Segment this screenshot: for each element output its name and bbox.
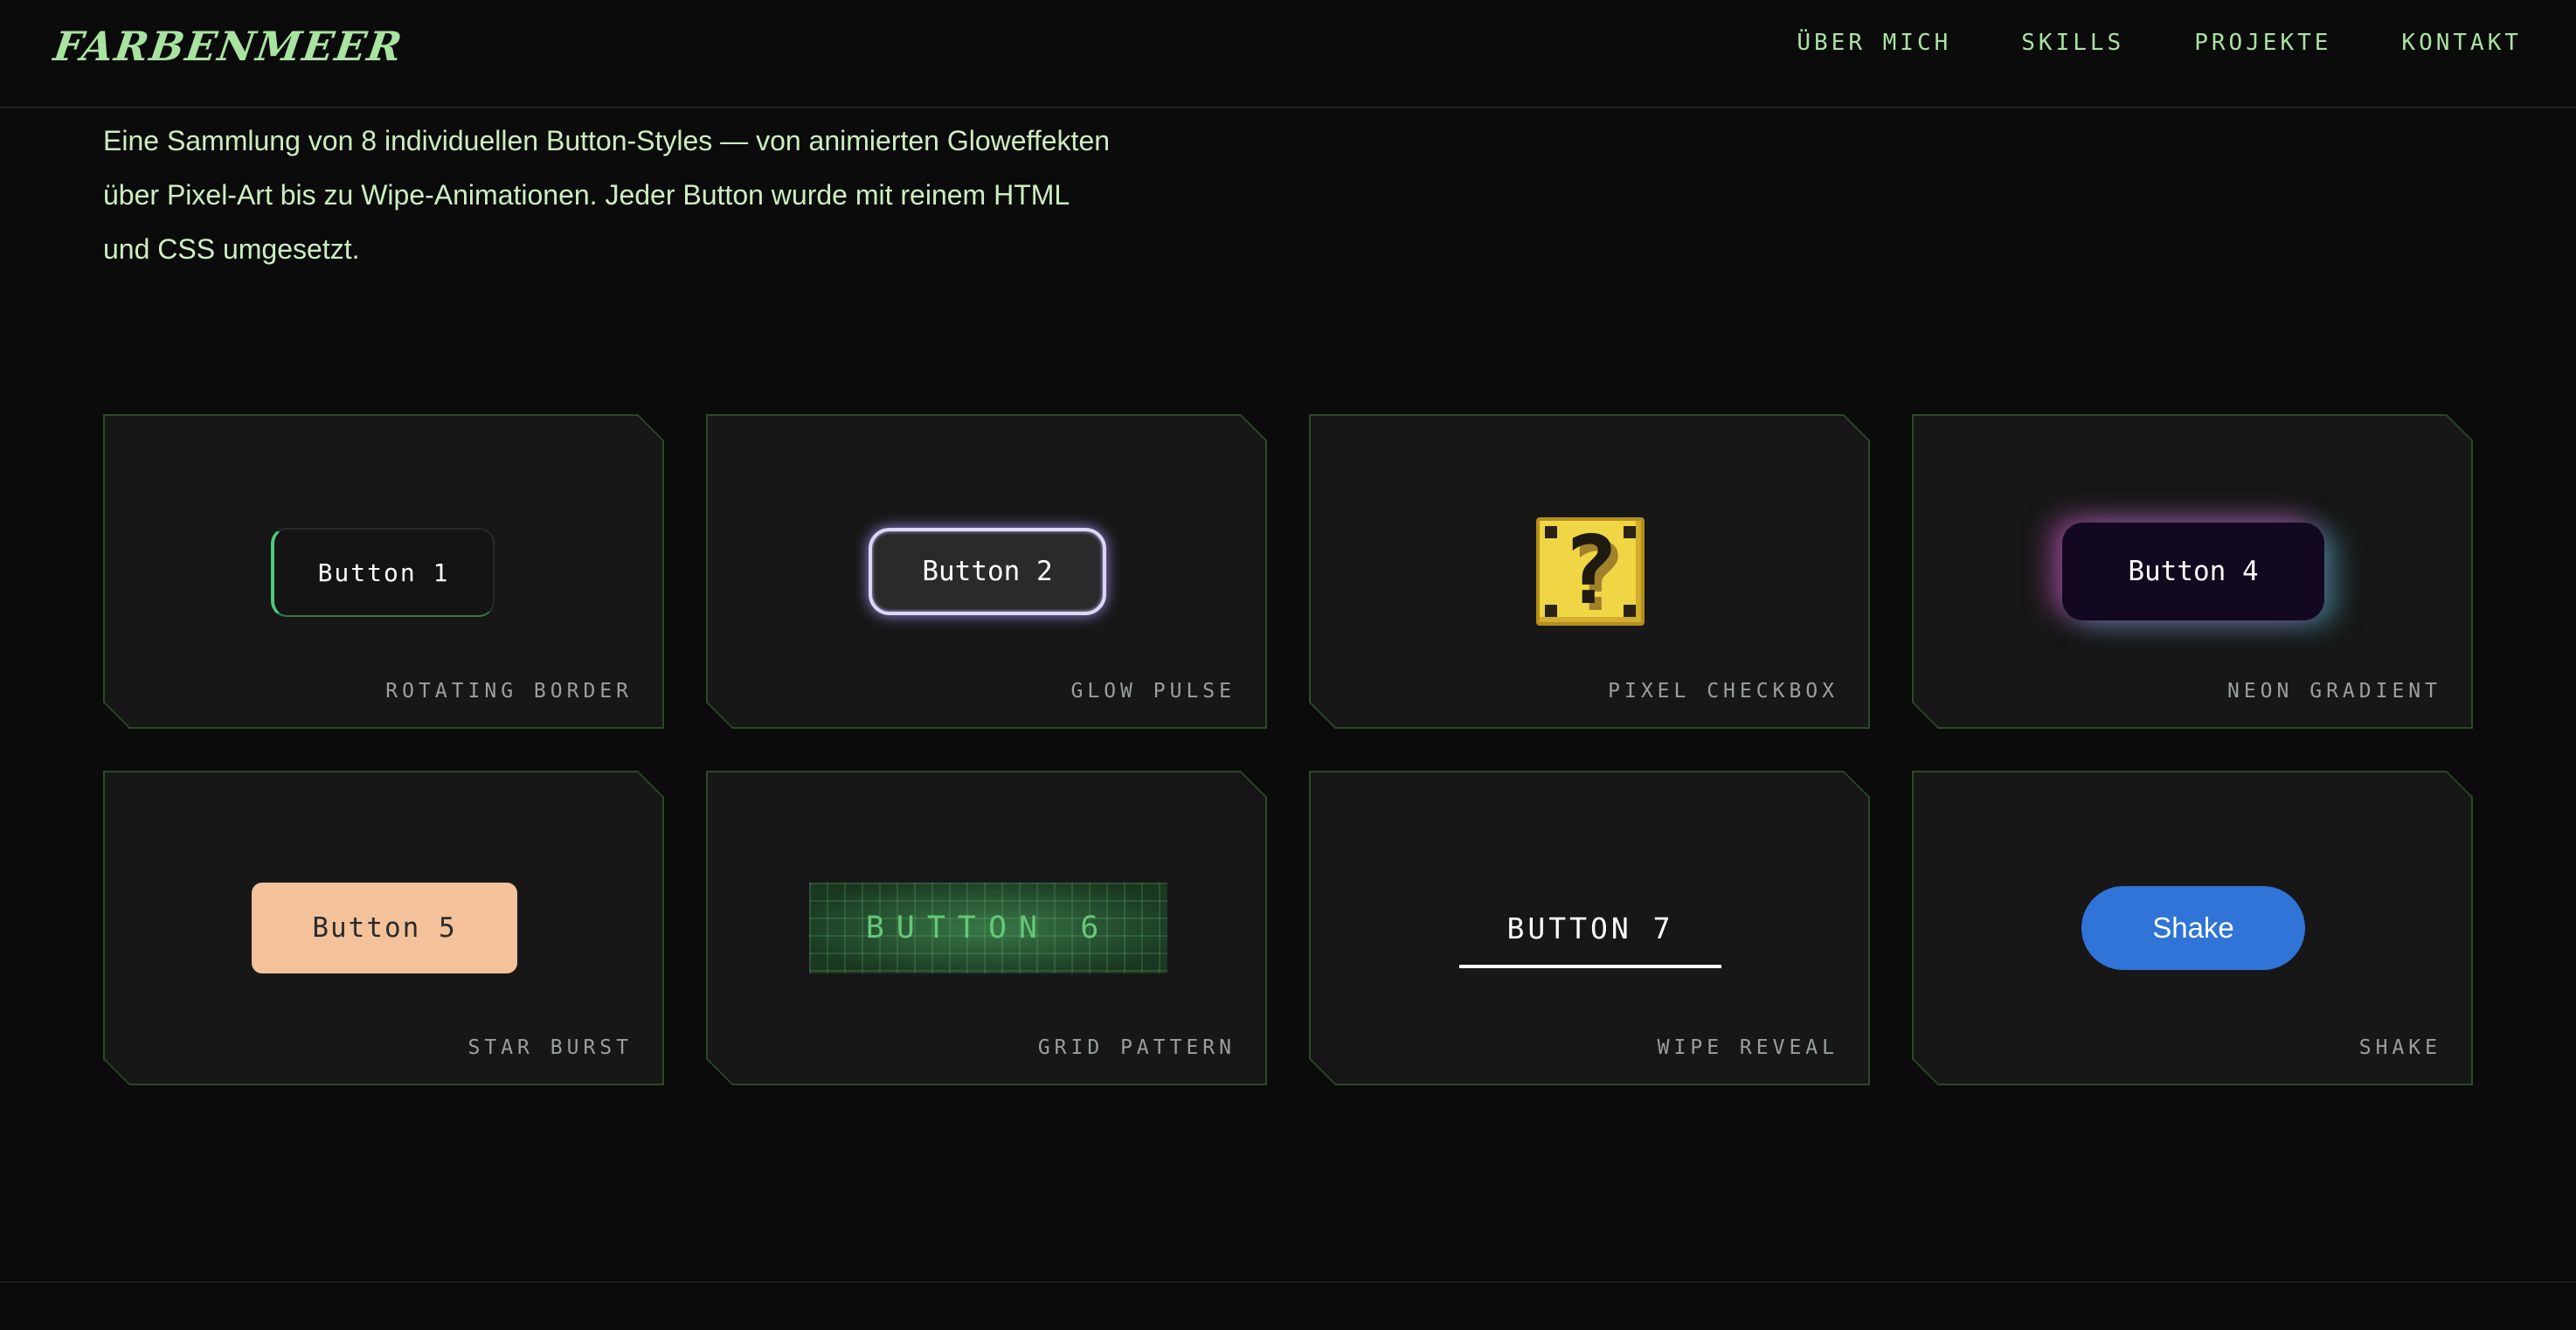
rivet-icon — [1624, 605, 1636, 617]
site-header: Farbenmeer ÜBER MICH SKILLS PROJEKTE KON… — [0, 0, 2576, 108]
intro-text: Eine Sammlung von 8 individuellen Button… — [103, 114, 1222, 276]
intro-line: und CSS umgesetzt. — [103, 233, 360, 265]
rivet-icon — [1624, 526, 1636, 538]
card-label: PIXEL CHECKBOX — [1608, 680, 1839, 703]
pixel-question-block-checkbox[interactable]: ? — [1536, 517, 1645, 626]
button-card-star-burst: Button 5 STAR BURST — [103, 771, 664, 1085]
star-burst-button[interactable]: Button 5 — [252, 883, 517, 973]
button-card-neon-gradient: Button 4 NEON GRADIENT — [1912, 414, 2473, 729]
grid-pattern-button[interactable]: BUTTON 6 — [809, 883, 1167, 973]
button-card-shake: Shake SHAKE — [1912, 771, 2473, 1085]
nav-link-kontakt[interactable]: KONTAKT — [2401, 30, 2522, 56]
intro-line: über Pixel-Art bis zu Wipe-Animationen. … — [103, 179, 1070, 211]
card-label: GLOW PULSE — [1070, 680, 1236, 703]
shake-button[interactable]: Shake — [2081, 886, 2305, 970]
card-label: STAR BURST — [467, 1036, 633, 1059]
nav-link-skills[interactable]: SKILLS — [2021, 30, 2124, 56]
nav-link-ueber-mich[interactable]: ÜBER MICH — [1797, 30, 1951, 56]
neon-gradient-button[interactable]: Button 4 — [2062, 523, 2324, 620]
button-card-wipe-reveal: BUTTON 7 WIPE REVEAL — [1309, 771, 1870, 1085]
glow-pulse-button[interactable]: Button 2 — [869, 528, 1106, 615]
rivet-icon — [1545, 526, 1557, 538]
question-mark-icon: ? — [1562, 516, 1619, 626]
button-card-rotating-border: Button 1 ROTATING BORDER — [103, 414, 664, 729]
card-label: GRID PATTERN — [1037, 1036, 1236, 1059]
button-card-glow-pulse: Button 2 GLOW PULSE — [706, 414, 1267, 729]
rotating-border-button[interactable]: Button 1 — [271, 528, 495, 617]
footer-divider — [0, 1281, 2576, 1283]
button-card-pixel-checkbox: ? PIXEL CHECKBOX — [1309, 414, 1870, 729]
button-card-grid-pattern: BUTTON 6 GRID PATTERN — [706, 771, 1267, 1085]
rivet-icon — [1545, 605, 1557, 617]
card-label: NEON GRADIENT — [2226, 680, 2441, 703]
card-label: SHAKE — [2358, 1036, 2441, 1059]
site-logo[interactable]: Farbenmeer — [51, 23, 406, 70]
main-nav: ÜBER MICH SKILLS PROJEKTE KONTAKT — [1797, 30, 2522, 56]
card-label: ROTATING BORDER — [385, 680, 633, 703]
intro-line: Eine Sammlung von 8 individuellen Button… — [103, 125, 1111, 156]
nav-link-projekte[interactable]: PROJEKTE — [2194, 30, 2331, 56]
wipe-reveal-button[interactable]: BUTTON 7 — [1459, 891, 1721, 968]
card-label: WIPE REVEAL — [1657, 1036, 1839, 1059]
